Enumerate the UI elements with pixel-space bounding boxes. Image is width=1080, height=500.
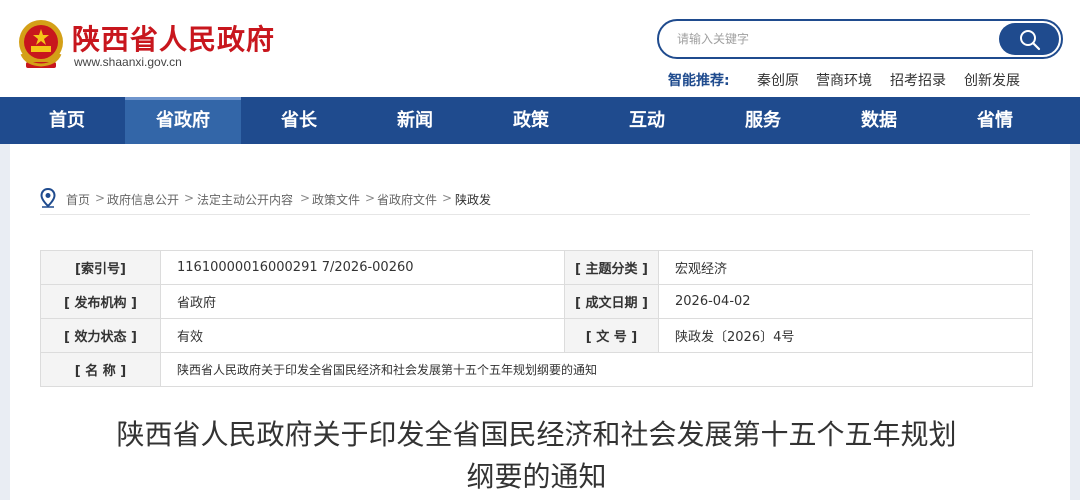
- main-nav: 首页 省政府 省长 新闻 政策 互动 服务 数据 省情: [0, 97, 1080, 144]
- breadcrumb-separator: >: [184, 191, 195, 205]
- search-button[interactable]: [999, 23, 1059, 55]
- search-box: [657, 19, 1063, 59]
- table-row: [ 名 称 ] 陕西省人民政府关于印发全省国民经济和社会发展第十五个五年规划纲要…: [40, 352, 1033, 387]
- meta-label: [ 文 号 ]: [564, 318, 659, 353]
- site-url: www.shaanxi.gov.cn: [74, 55, 182, 69]
- search-icon: [1020, 30, 1041, 51]
- recommend-label: 智能推荐:: [668, 73, 730, 89]
- breadcrumb-separator: >: [95, 191, 106, 205]
- breadcrumb-item[interactable]: 省政府文件: [377, 191, 437, 208]
- nav-item-home[interactable]: 首页: [9, 97, 125, 144]
- meta-value: 有效: [160, 318, 565, 353]
- nav-item-services[interactable]: 服务: [705, 97, 821, 144]
- table-row: [ 效力状态 ] 有效 [ 文 号 ] 陕政发〔2026〕4号: [40, 318, 1033, 353]
- meta-label: [ 名 称 ]: [40, 352, 161, 387]
- nav-item-interaction[interactable]: 互动: [589, 97, 705, 144]
- breadcrumb-divider: [40, 214, 1030, 215]
- nav-item-policy[interactable]: 政策: [473, 97, 589, 144]
- table-row: [索引号] 11610000016000291 7/2026-00260 [ 主…: [40, 250, 1033, 285]
- breadcrumb-item[interactable]: 政府信息公开: [107, 191, 179, 208]
- nav-item-governor[interactable]: 省长: [241, 97, 357, 144]
- nav-item-province-info[interactable]: 省情: [937, 97, 1053, 144]
- breadcrumb-separator: >: [442, 191, 453, 205]
- document-title-line: 陕西省人民政府关于印发全省国民经济和社会发展第十五个五年规划: [116, 418, 957, 451]
- search-input[interactable]: [659, 21, 999, 57]
- meta-value: 2026-04-02: [658, 284, 1033, 319]
- recommend-item[interactable]: 招考招录: [890, 70, 946, 90]
- document-title: 陕西省人民政府关于印发全省国民经济和社会发展第十五个五年规划 纲要的通知: [40, 414, 1033, 498]
- meta-value: 陕政发〔2026〕4号: [658, 318, 1033, 353]
- meta-label: [ 发布机构 ]: [40, 284, 161, 319]
- nav-item-news[interactable]: 新闻: [357, 97, 473, 144]
- national-emblem-icon[interactable]: [16, 18, 66, 70]
- site-header: 陕西省人民政府 www.shaanxi.gov.cn 智能推荐: 秦创原 营商环…: [0, 0, 1080, 96]
- breadcrumb-separator: >: [365, 191, 376, 205]
- recommend-item[interactable]: 创新发展: [964, 70, 1020, 90]
- breadcrumb-current: 陕政发: [455, 193, 492, 207]
- meta-label: [ 主题分类 ]: [564, 250, 659, 285]
- recommend-item[interactable]: 秦创原: [757, 70, 799, 90]
- table-row: [ 发布机构 ] 省政府 [ 成文日期 ] 2026-04-02: [40, 284, 1033, 319]
- document-title-line: 纲要的通知: [466, 460, 607, 493]
- location-pin-icon: [40, 187, 56, 211]
- breadcrumb-item[interactable]: 法定主动公开内容: [197, 191, 293, 208]
- meta-value: 11610000016000291 7/2026-00260: [160, 250, 565, 285]
- recommend-item[interactable]: 营商环境: [816, 70, 872, 90]
- meta-label: [索引号]: [40, 250, 161, 285]
- document-metadata-table: [索引号] 11610000016000291 7/2026-00260 [ 主…: [40, 250, 1033, 387]
- meta-label: [ 成文日期 ]: [564, 284, 659, 319]
- nav-item-provincial-government[interactable]: 省政府: [125, 97, 241, 144]
- site-name[interactable]: 陕西省人民政府: [72, 18, 275, 58]
- breadcrumb-item[interactable]: 政策文件: [312, 191, 360, 208]
- breadcrumb-separator: >: [300, 191, 311, 205]
- meta-label: [ 效力状态 ]: [40, 318, 161, 353]
- meta-value: 宏观经济: [658, 250, 1033, 285]
- nav-item-data[interactable]: 数据: [821, 97, 937, 144]
- breadcrumb-item[interactable]: 首页: [66, 191, 90, 208]
- meta-value: 陕西省人民政府关于印发全省国民经济和社会发展第十五个五年规划纲要的通知: [160, 352, 1033, 387]
- meta-value: 省政府: [160, 284, 565, 319]
